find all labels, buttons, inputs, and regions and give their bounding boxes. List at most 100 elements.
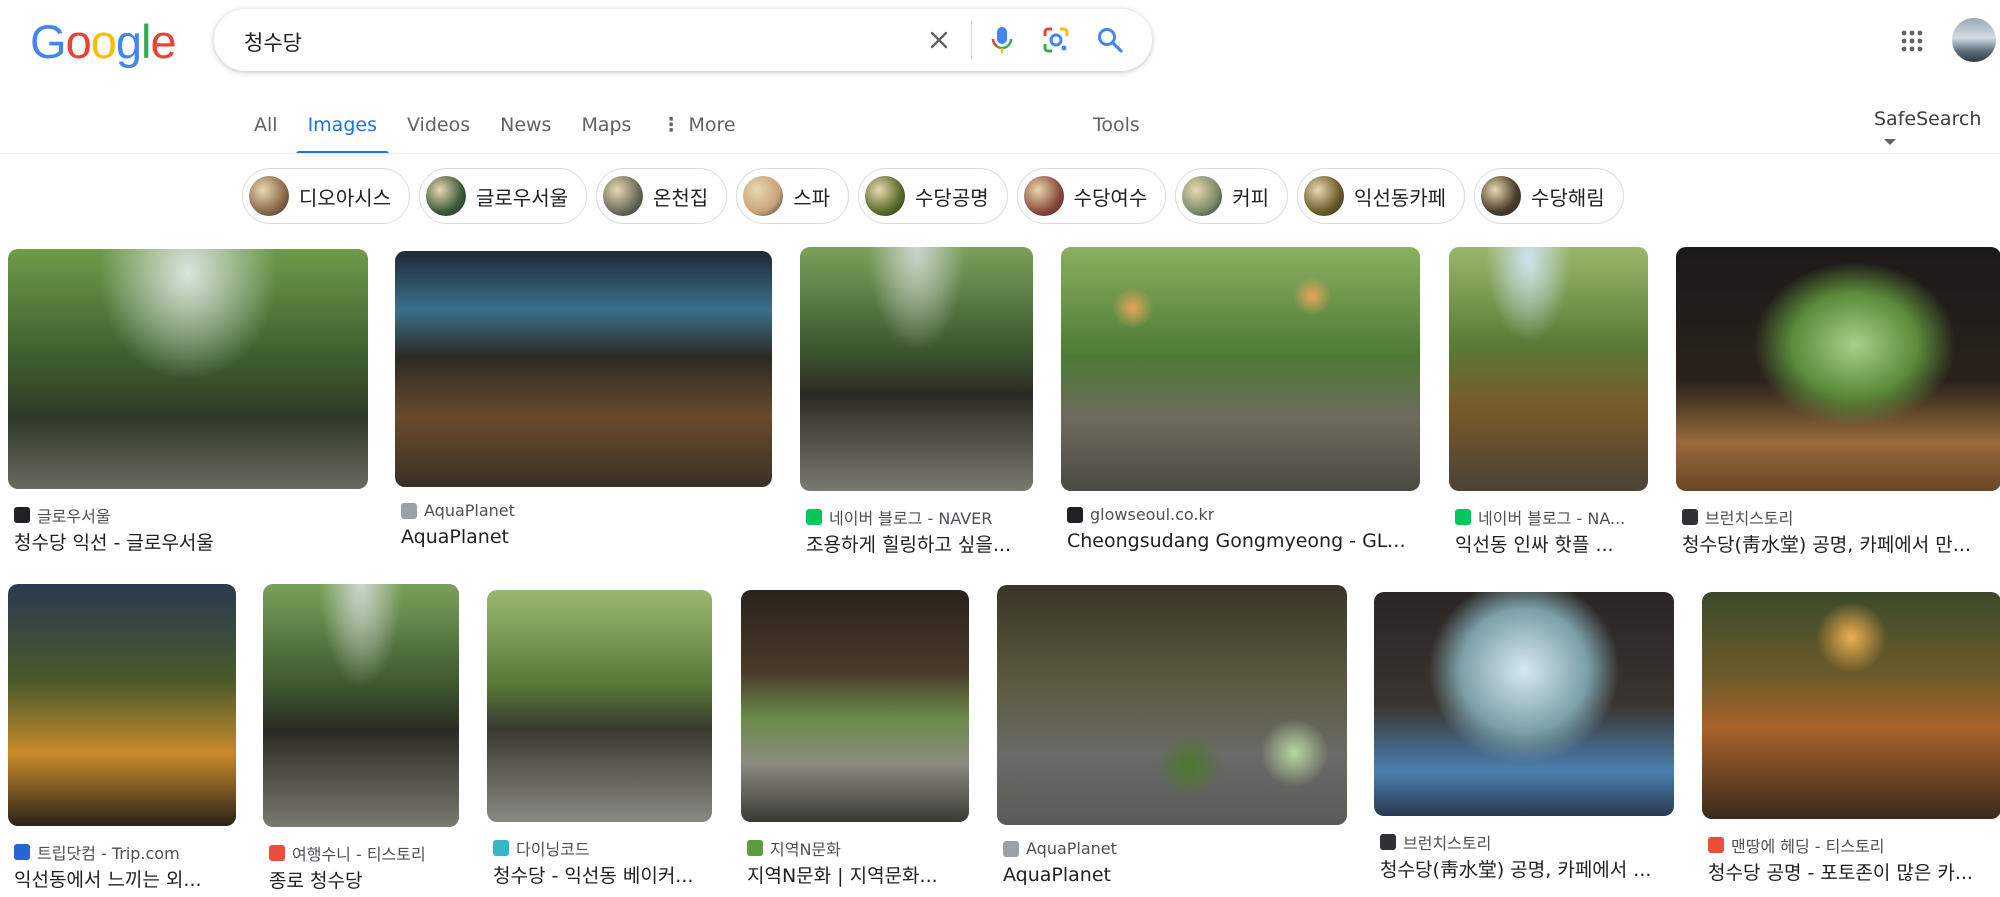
site-favicon-icon: [269, 845, 285, 861]
result-source-label: 네이버 블로그 - NAVER: [829, 509, 993, 528]
site-favicon-icon: [401, 502, 417, 519]
result-title[interactable]: 지역N문화 | 지역문화...: [747, 861, 969, 888]
result-source-label: 네이버 블로그 - NA...: [1478, 509, 1626, 528]
result-thumbnail[interactable]: [1374, 592, 1674, 816]
result-title[interactable]: AquaPlanet: [1003, 864, 1347, 886]
result-source-label: 브런치스토리: [1403, 834, 1492, 853]
result-title[interactable]: 청수당 공명 - 포토존이 많은 카...: [1708, 858, 2000, 885]
tab-all[interactable]: All: [254, 108, 278, 152]
tab-images[interactable]: Images: [295, 108, 390, 154]
search-icon[interactable]: [1092, 22, 1128, 58]
safesearch-button[interactable]: SafeSearch: [1874, 108, 2000, 152]
result-thumbnail[interactable]: [1702, 592, 2000, 819]
result-source[interactable]: 맨땅에 헤딩 - 티스토리: [1708, 833, 2000, 857]
image-result-card[interactable]: 네이버 블로그 - NAVER 조용하게 힐링하고 싶을...: [800, 247, 1033, 586]
caret-down-icon: [1884, 138, 1896, 145]
tab-news[interactable]: News: [500, 108, 551, 152]
tab-maps[interactable]: Maps: [581, 108, 631, 152]
tools-button[interactable]: Tools: [1093, 114, 1140, 136]
image-result-card[interactable]: 브런치스토리청수당(靑水堂) 공명, 카페에서 ...: [1374, 592, 1674, 897]
logo-letter: e: [150, 15, 176, 68]
result-source[interactable]: 네이버 블로그 - NAVER: [806, 505, 1033, 529]
related-chip[interactable]: 수당해림: [1474, 168, 1624, 224]
result-source[interactable]: 여행수니 - 티스토리: [269, 841, 459, 865]
logo-letter: o: [90, 15, 117, 68]
result-source[interactable]: 브런치스토리: [1380, 830, 1674, 854]
chip-thumbnail: [426, 176, 466, 216]
chip-label: 수당해림: [1531, 185, 1605, 210]
related-chips: 디오아시스 글로우서울 온천집 스파 수당공명 수당여수 커피 익선동카페 수당해림: [242, 168, 1633, 224]
result-source[interactable]: 다이닝코드: [493, 836, 712, 860]
chip-label: 익선동카페: [1354, 185, 1447, 210]
result-thumbnail[interactable]: [1061, 247, 1420, 491]
image-result-card[interactable]: 여행수니 - 티스토리종로 청수당: [263, 584, 459, 897]
related-chip[interactable]: 디오아시스: [242, 168, 410, 224]
result-thumbnail[interactable]: [800, 247, 1033, 491]
result-source[interactable]: 브런치스토리: [1682, 505, 2000, 529]
image-result-card[interactable]: 글로우서울 청수당 익선 - 글로우서울: [8, 249, 368, 584]
related-chip[interactable]: 수당여수: [1016, 168, 1167, 224]
result-title[interactable]: 익선동 인싸 핫플 ...: [1455, 530, 1648, 557]
result-title[interactable]: 청수당 익선 - 글로우서울: [14, 528, 368, 555]
result-thumbnail[interactable]: [1449, 247, 1648, 491]
close-icon[interactable]: [921, 22, 957, 58]
result-title[interactable]: AquaPlanet: [401, 526, 772, 548]
related-chip[interactable]: 익선동카페: [1297, 168, 1466, 224]
image-result-card[interactable]: AquaPlanet AquaPlanet: [395, 251, 772, 582]
tab-more[interactable]: ⋮ More: [661, 108, 735, 152]
search-box[interactable]: 청수당: [214, 9, 1152, 71]
related-chip[interactable]: 온천집: [596, 168, 728, 224]
result-title[interactable]: 종로 청수당: [269, 866, 459, 893]
image-result-card[interactable]: 트립닷컴 - Trip.com 익선동에서 느끼는 외...: [8, 584, 236, 897]
chip-thumbnail: [249, 176, 289, 216]
result-source-label: 맨땅에 헤딩 - 티스토리: [1731, 837, 1885, 856]
result-thumbnail[interactable]: [487, 590, 712, 822]
result-source[interactable]: glowseoul.co.kr: [1067, 505, 1420, 524]
result-source-label: 여행수니 - 티스토리: [292, 845, 426, 864]
result-thumbnail[interactable]: [1676, 247, 2000, 491]
image-result-card[interactable]: 다이닝코드 청수당 - 익선동 베이커...: [487, 590, 712, 897]
microphone-icon[interactable]: [984, 22, 1020, 58]
result-source[interactable]: 네이버 블로그 - NA...: [1455, 505, 1648, 529]
lens-camera-icon[interactable]: [1038, 22, 1074, 58]
apps-grid-icon[interactable]: [1900, 29, 1924, 53]
chip-label: 디오아시스: [299, 185, 391, 210]
result-thumbnail[interactable]: [741, 590, 969, 822]
result-title[interactable]: 청수당(靑水堂) 공명, 카페에서 ...: [1380, 855, 1674, 882]
tab-videos[interactable]: Videos: [407, 108, 470, 152]
result-thumbnail[interactable]: [8, 584, 236, 826]
result-source-label: 지역N문화: [770, 840, 841, 859]
related-chip[interactable]: 글로우서울: [419, 168, 587, 224]
result-title[interactable]: 청수당 - 익선동 베이커...: [493, 861, 712, 888]
result-source-label: AquaPlanet: [1026, 839, 1117, 858]
image-result-card[interactable]: AquaPlanet AquaPlanet: [997, 585, 1347, 897]
image-result-card[interactable]: 지역N문화지역N문화 | 지역문화...: [741, 590, 969, 897]
search-divider: [971, 21, 972, 59]
result-title[interactable]: Cheongsudang Gongmyeong - GLOW...: [1067, 530, 1420, 552]
result-title[interactable]: 청수당(靑水堂) 공명, 카페에서 만...: [1682, 530, 2000, 557]
result-thumbnail[interactable]: [395, 251, 772, 487]
image-result-card[interactable]: 브런치스토리청수당(靑水堂) 공명, 카페에서 만...: [1676, 247, 2000, 586]
result-title[interactable]: 익선동에서 느끼는 외...: [14, 865, 236, 892]
result-source[interactable]: 지역N문화: [747, 836, 969, 860]
image-result-card[interactable]: 네이버 블로그 - NA... 익선동 인싸 핫플 ...: [1449, 247, 1648, 586]
result-source-label: 브런치스토리: [1705, 509, 1794, 528]
related-chip[interactable]: 수당공명: [858, 168, 1008, 224]
result-source[interactable]: 글로우서울: [14, 503, 368, 527]
chip-thumbnail: [1304, 176, 1345, 216]
result-thumbnail[interactable]: [263, 584, 459, 827]
image-result-card[interactable]: 맨땅에 헤딩 - 티스토리청수당 공명 - 포토존이 많은 카...: [1702, 592, 2000, 897]
result-title[interactable]: 조용하게 힐링하고 싶을...: [806, 530, 1033, 557]
image-result-card[interactable]: glowseoul.co.kr Cheongsudang Gongmyeong -…: [1061, 247, 1420, 586]
related-chip[interactable]: 스파: [736, 168, 850, 224]
account-avatar[interactable]: [1952, 18, 1996, 62]
related-chip[interactable]: 커피: [1175, 168, 1289, 224]
chip-thumbnail: [603, 176, 643, 216]
result-thumbnail[interactable]: [997, 585, 1347, 825]
result-thumbnail[interactable]: [8, 249, 368, 489]
result-source[interactable]: AquaPlanet: [1003, 839, 1347, 858]
search-input[interactable]: 청수당: [244, 27, 302, 57]
google-logo[interactable]: Google: [30, 15, 177, 68]
result-source[interactable]: AquaPlanet: [401, 501, 772, 520]
result-source[interactable]: 트립닷컴 - Trip.com: [14, 840, 236, 864]
